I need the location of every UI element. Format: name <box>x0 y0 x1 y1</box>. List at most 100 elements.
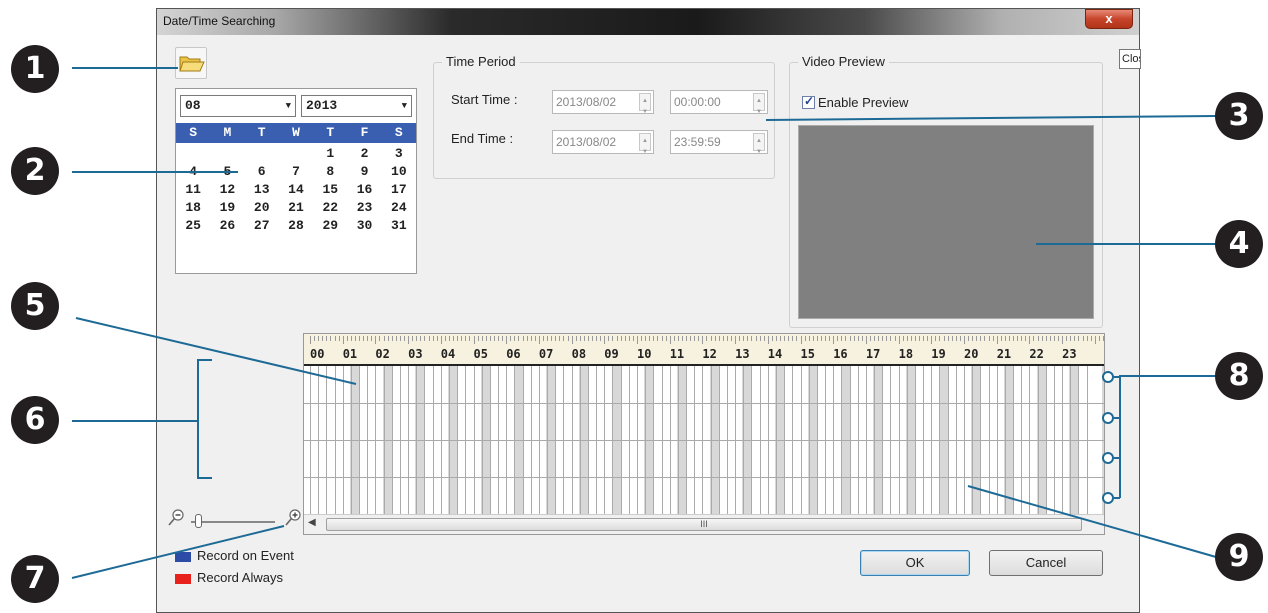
ruler-tick <box>469 336 471 341</box>
timeline-grid[interactable] <box>304 366 1104 514</box>
ruler-tick <box>837 336 839 341</box>
ruler-tick <box>371 336 373 341</box>
ruler-tick <box>1000 336 1002 341</box>
timeline[interactable]: 00 01 02 03 04 05 06 07 08 09 10 11 12 13 14 15 16 17 18 19… <box>303 333 1105 535</box>
ruler-tick <box>616 336 618 341</box>
end-time-field[interactable]: 23:59:59 <box>670 130 768 163</box>
calendar-day[interactable]: 18 <box>176 199 210 217</box>
ruler-tick <box>927 336 929 341</box>
enable-preview-label[interactable]: Enable Preview <box>818 95 908 110</box>
calendar-day[interactable]: 19 <box>210 199 244 217</box>
spinner-icon[interactable] <box>753 130 765 163</box>
title-bar[interactable]: Date/Time Searching x <box>157 9 1139 35</box>
legend-swatch-event <box>175 552 191 562</box>
calendar-day[interactable]: 10 <box>382 163 416 181</box>
ruler-tick <box>453 336 455 341</box>
ruler-tick <box>571 336 573 344</box>
ruler-tick <box>1070 336 1072 341</box>
ruler-tick <box>968 336 970 341</box>
ruler-tick <box>481 336 483 341</box>
ruler-tick <box>841 336 843 341</box>
callout-5: 5 <box>11 282 59 330</box>
calendar-day[interactable]: 8 <box>313 163 347 181</box>
calendar-day[interactable]: 25 <box>176 217 210 235</box>
ruler-tick <box>906 336 908 341</box>
calendar-day[interactable]: 9 <box>347 163 381 181</box>
ruler-tick <box>845 336 847 341</box>
month-select[interactable]: 08 ▼ <box>180 95 296 117</box>
ruler-tick <box>424 336 426 341</box>
calendar-day[interactable]: 20 <box>245 199 279 217</box>
calendar-day[interactable]: 16 <box>347 181 381 199</box>
hour-label: 01 <box>342 347 358 361</box>
start-time-field[interactable]: 00:00:00 <box>670 90 768 123</box>
calendar-day[interactable]: 2 <box>347 145 381 163</box>
calendar-day[interactable]: 3 <box>382 145 416 163</box>
calendar-day[interactable]: 24 <box>382 199 416 217</box>
hour-label: 13 <box>735 347 750 361</box>
ok-button[interactable]: OK <box>860 550 970 576</box>
weekday-header: SMTWTFS <box>176 123 416 143</box>
scroll-left-icon[interactable]: ◀ <box>308 517 316 528</box>
zoom-out-icon[interactable] <box>167 509 185 527</box>
calendar-day[interactable]: 11 <box>176 181 210 199</box>
ruler-tick <box>931 336 933 344</box>
ruler-tick <box>1053 336 1055 341</box>
ruler-tick <box>391 336 393 341</box>
year-select[interactable]: 2013 ▼ <box>301 95 412 117</box>
ruler-tick <box>874 336 876 341</box>
spinner-icon[interactable] <box>639 130 651 163</box>
ruler-tick <box>1029 336 1031 344</box>
hour-label: 21 <box>996 347 1012 361</box>
ruler-tick <box>526 336 528 341</box>
calendar-day[interactable]: 29 <box>313 217 347 235</box>
ruler-tick <box>1082 336 1084 341</box>
calendar-week: 123 <box>176 145 416 163</box>
calendar-day[interactable]: 4 <box>176 163 210 181</box>
ruler-tick <box>645 336 647 341</box>
ruler-tick <box>820 336 822 341</box>
ruler-tick <box>363 336 365 341</box>
spinner-icon[interactable] <box>639 90 651 123</box>
ruler-tick <box>1062 336 1064 344</box>
calendar-day[interactable]: 6 <box>245 163 279 181</box>
zoom-in-icon[interactable] <box>284 509 302 527</box>
zoom-slider-thumb[interactable] <box>195 514 203 528</box>
calendar-day[interactable]: 26 <box>210 217 244 235</box>
calendar-day[interactable]: 27 <box>245 217 279 235</box>
ruler-tick <box>485 336 487 341</box>
calendar-day[interactable]: 17 <box>382 181 416 199</box>
spinner-icon[interactable] <box>753 90 765 123</box>
calendar-day[interactable]: 12 <box>210 181 244 199</box>
ruler-tick <box>767 336 769 344</box>
calendar-day[interactable]: 31 <box>382 217 416 235</box>
end-date-field[interactable]: 2013/08/02 <box>552 130 654 163</box>
enable-preview-checkbox[interactable]: ✓ <box>802 94 815 109</box>
calendar-day[interactable]: 22 <box>313 199 347 217</box>
calendar-day[interactable]: 28 <box>279 217 313 235</box>
zoom-slider-track[interactable] <box>191 521 275 523</box>
calendar-day[interactable]: 23 <box>347 199 381 217</box>
ruler-tick <box>1041 336 1043 341</box>
ruler-tick <box>559 336 561 341</box>
ruler-tick <box>346 336 348 341</box>
ruler-tick <box>833 336 835 344</box>
calendar-day[interactable]: 7 <box>279 163 313 181</box>
calendar-day[interactable]: 13 <box>245 181 279 199</box>
ruler-tick <box>314 336 316 341</box>
cancel-button[interactable]: Cancel <box>989 550 1103 576</box>
calendar-day[interactable]: 1 <box>313 145 347 163</box>
ruler-tick <box>1078 336 1080 341</box>
calendar-day[interactable]: 15 <box>313 181 347 199</box>
scrollbar-thumb[interactable]: III <box>326 518 1082 531</box>
open-folder-button[interactable] <box>175 47 207 79</box>
start-date-field[interactable]: 2013/08/02 <box>552 90 654 123</box>
hour-label: 23 <box>1062 347 1077 361</box>
ruler-tick <box>694 336 696 341</box>
calendar-day[interactable]: 5 <box>210 163 244 181</box>
calendar-day[interactable]: 14 <box>279 181 313 199</box>
calendar-day[interactable]: 21 <box>279 199 313 217</box>
calendar-day[interactable]: 30 <box>347 217 381 235</box>
timeline-scrollbar[interactable]: ◀ III <box>304 514 1104 534</box>
close-button[interactable]: x <box>1085 9 1133 29</box>
